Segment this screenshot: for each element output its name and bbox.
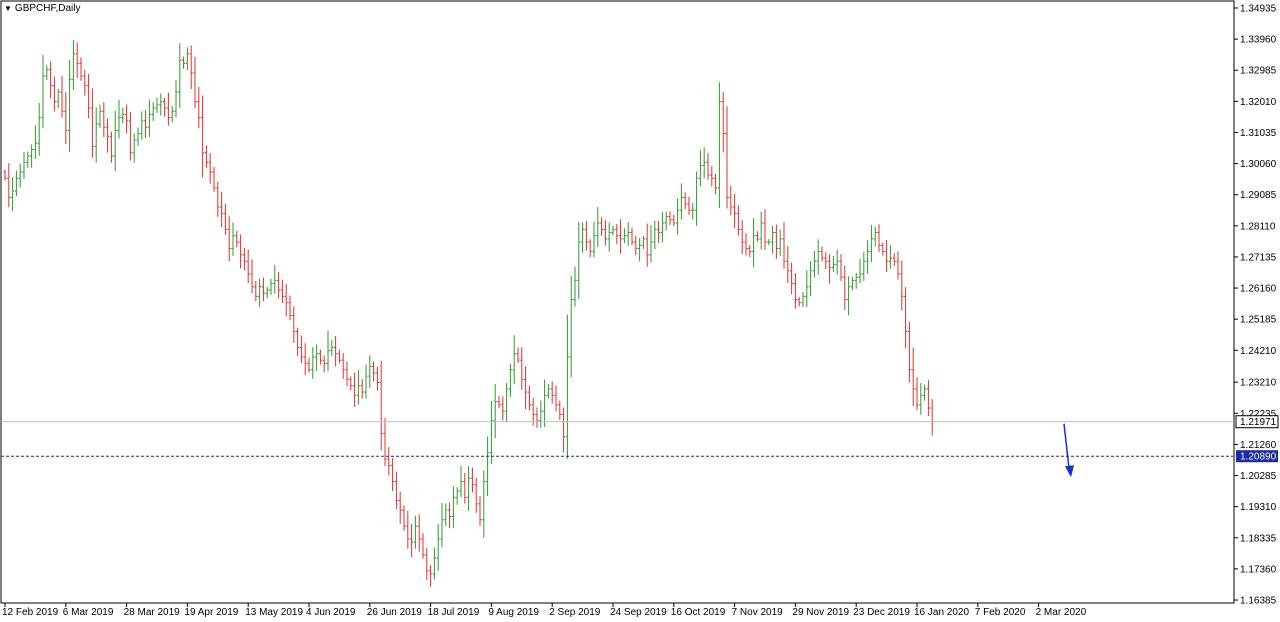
y-tick-label: 1.25185 [1240,315,1277,326]
current-price-tag-label: 1.21971 [1240,417,1277,428]
y-tick-label: 1.30060 [1240,159,1277,170]
x-tick-label: 7 Nov 2019 [732,607,784,618]
y-tick-label: 1.29085 [1240,190,1277,201]
x-tick-label: 19 Apr 2019 [184,607,238,618]
x-tick-label: 28 Mar 2019 [124,607,181,618]
y-tick-label: 1.19310 [1240,502,1277,513]
x-tick-label: 16 Oct 2019 [671,607,726,618]
time-axis: 12 Feb 2019 6 Mar 2019 28 Mar 2019 19 Apr 2… [2,603,1087,618]
y-tick-label: 1.16385 [1240,596,1277,607]
y-tick-label: 1.24210 [1240,346,1277,357]
x-tick-label: 24 Sep 2019 [610,607,667,618]
symbol-timeframe-label: GBPCHF,Daily [14,3,81,14]
y-tick-label: 1.20285 [1240,471,1277,482]
x-tick-label: 12 Feb 2019 [2,607,59,618]
price-chart[interactable]: 1.34935 1.33960 1.32985 1.32010 1.31035 1.300… [0,0,1280,622]
x-tick-label: 2 Mar 2020 [1036,607,1087,618]
x-tick-label: 16 Jan 2020 [914,607,969,618]
plot-area [0,0,1235,604]
y-tick-label: 1.33960 [1240,35,1277,46]
x-tick-label: 13 May 2019 [245,607,303,618]
x-tick-label: 29 Nov 2019 [792,607,849,618]
y-tick-label: 1.32010 [1240,97,1277,108]
price-axis: 1.34935 1.33960 1.32985 1.32010 1.31035 1.300… [1234,4,1277,607]
level-price-tag-label: 1.20890 [1240,452,1277,463]
chart-title[interactable]: ▼ GBPCHF,Daily [4,3,81,14]
y-tick-label: 1.18335 [1240,533,1277,544]
y-tick-label: 1.28110 [1240,221,1276,232]
dropdown-triangle-icon[interactable]: ▼ [4,4,12,14]
chart-window[interactable]: 1.34935 1.33960 1.32985 1.32010 1.31035 1.300… [0,0,1280,622]
x-tick-label: 2 Sep 2019 [549,607,601,618]
x-tick-label: 26 Jun 2019 [367,607,422,618]
y-tick-label: 1.21260 [1240,440,1277,451]
y-tick-label: 1.31035 [1240,128,1277,139]
y-tick-label: 1.27135 [1240,252,1277,263]
y-tick-label: 1.23210 [1240,378,1277,389]
y-tick-label: 1.26160 [1240,284,1277,295]
x-tick-label: 7 Feb 2020 [975,607,1026,618]
y-tick-label: 1.17360 [1240,564,1277,575]
x-tick-label: 9 Aug 2019 [488,607,539,618]
y-tick-label: 1.34935 [1240,4,1277,15]
x-tick-label: 4 Jun 2019 [306,607,356,618]
x-tick-label: 23 Dec 2019 [853,607,910,618]
y-tick-label: 1.32985 [1240,66,1277,77]
x-tick-label: 18 Jul 2019 [428,607,480,618]
x-tick-label: 6 Mar 2019 [63,607,114,618]
